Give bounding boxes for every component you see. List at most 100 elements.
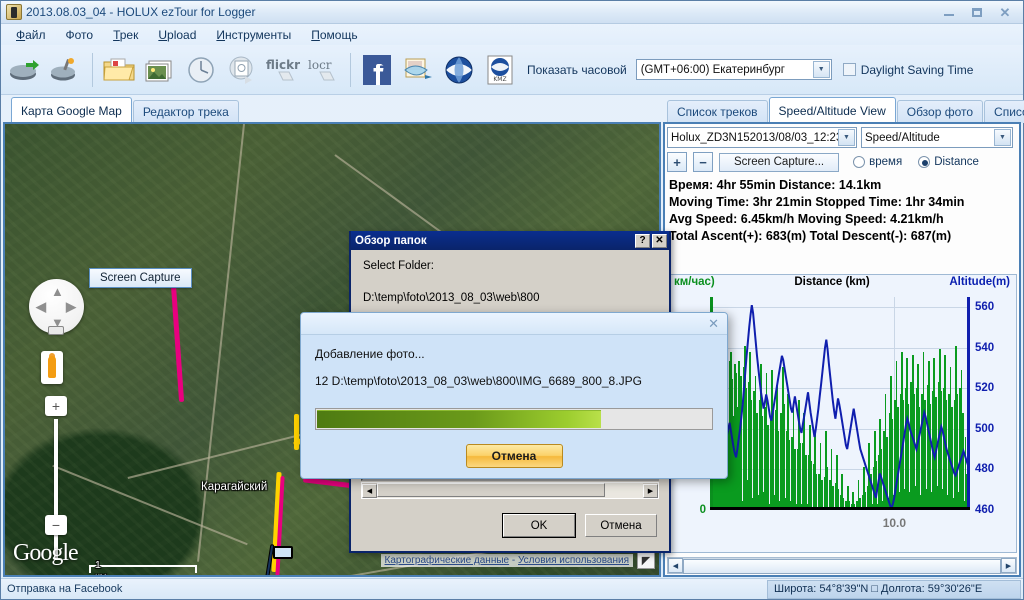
scroll-right-icon[interactable]: ▶ <box>1001 558 1016 573</box>
ok-button[interactable]: OK <box>503 514 575 537</box>
download-from-device-icon[interactable] <box>5 49 45 91</box>
title-bar: 2013.08.03_04 - HOLUX ezTour for Logger … <box>1 1 1023 24</box>
tab-photo-overview[interactable]: Обзор фото <box>896 100 984 123</box>
svg-text:flickr: flickr <box>266 58 300 72</box>
progress-cancel-button[interactable]: Отмена <box>465 444 563 468</box>
toolbar-row: + − Screen Capture... время Distance <box>665 150 1019 174</box>
chevron-down-icon[interactable]: ▼ <box>838 129 855 146</box>
zoom-out-button[interactable]: − <box>45 515 67 535</box>
scrollbar-track[interactable] <box>683 558 1001 574</box>
facebook-upload-icon[interactable] <box>357 49 397 91</box>
export-image-icon[interactable] <box>398 49 438 91</box>
svg-text:locr: locr <box>308 58 332 72</box>
menu-label-tools-rest: нструменты <box>225 27 292 42</box>
radio-time-icon[interactable] <box>853 156 866 168</box>
folder-dialog-buttons: OK Отмена <box>503 514 657 537</box>
chart-x-axis-title: Distance (km) <box>794 276 870 288</box>
stat-line-2: Moving Time: 3hr 21min Stopped Time: 1hr… <box>669 195 965 209</box>
radio-distance-icon[interactable] <box>918 156 931 168</box>
zoom-rail[interactable] <box>54 419 58 559</box>
picasa-upload-icon[interactable] <box>222 49 262 91</box>
chevron-down-icon[interactable]: ▼ <box>812 61 830 78</box>
scroll-right-icon[interactable]: ▶ <box>643 483 658 498</box>
tab-track-list[interactable]: Список треков <box>667 100 768 123</box>
menu-item-help[interactable]: Помощь <box>302 26 366 44</box>
tab-google-map[interactable]: Карта Google Map <box>11 97 132 123</box>
flickr-upload-icon[interactable]: flickr <box>263 49 303 91</box>
scrollbar-thumb[interactable] <box>683 559 1001 574</box>
map-zoom-slider[interactable]: + − <box>45 326 67 559</box>
zoom-thumb[interactable] <box>48 326 64 335</box>
status-coordinates: Широта: 54°8'39"N □ Долгота: 59°30'26"E <box>767 579 1021 599</box>
zoom-out-chart-button[interactable]: − <box>693 152 713 172</box>
device-settings-icon[interactable] <box>46 49 86 91</box>
chart-axis-titles: км/час) Distance (km) Altitude(m) <box>668 275 1016 288</box>
view-select[interactable]: Speed/Altitude ▼ <box>861 127 1013 148</box>
help-icon[interactable]: ? <box>635 233 650 248</box>
minimize-button[interactable] <box>936 3 962 21</box>
menu-item-file[interactable]: Файл <box>7 26 55 44</box>
chart-ytick-right: 500 <box>975 422 995 435</box>
cancel-button[interactable]: Отмена <box>585 514 657 537</box>
zoom-in-button[interactable]: + <box>45 396 67 416</box>
scrollbar-thumb[interactable] <box>377 483 605 497</box>
status-message: Отправка на Facebook <box>7 583 123 595</box>
radio-distance[interactable]: Distance <box>918 156 979 168</box>
google-logo: Google <box>13 540 79 566</box>
tab-track-editor[interactable]: Редактор трека <box>132 100 239 123</box>
pan-right-icon[interactable]: ▶ <box>66 300 76 313</box>
timezone-select[interactable]: (GMT+06:00) Екатеринбург ▼ <box>635 59 832 80</box>
progress-heading: Добавление фото... <box>315 347 425 361</box>
checkbox-icon[interactable] <box>842 63 856 76</box>
chart-bottom-axis <box>710 507 970 510</box>
track-select[interactable]: Holux_ZD3N152013/08/03_12:23 ▼ <box>667 127 857 148</box>
maximize-button[interactable] <box>964 3 990 21</box>
pan-left-icon[interactable]: ◀ <box>36 300 46 313</box>
chart-y-axis-title: км/час) <box>674 276 715 288</box>
map-attribution-data-link[interactable]: Картографические данные <box>385 555 510 566</box>
export-kmz-icon[interactable]: KMZ <box>480 49 520 91</box>
chart-altitude-line <box>710 304 970 510</box>
pan-up-icon[interactable]: ▲ <box>51 285 64 298</box>
photos-icon[interactable] <box>140 49 180 91</box>
close-button[interactable]: ✕ <box>992 3 1018 21</box>
map-attribution-terms-link[interactable]: Условия использования <box>518 555 629 566</box>
chart-horizontal-scrollbar[interactable]: ◀ ▶ <box>667 557 1017 574</box>
map-attribution-separator: - <box>509 555 518 566</box>
tab-speed-altitude-view[interactable]: Speed/Altitude View <box>768 97 896 123</box>
map-expand-icon[interactable]: ◤ <box>637 551 655 569</box>
folder-dialog-title: Обзор папок <box>355 234 427 247</box>
menu-item-track[interactable]: Трек <box>104 26 147 44</box>
scroll-left-icon[interactable]: ◀ <box>362 483 377 498</box>
chart-ytick-right: 560 <box>975 301 995 314</box>
map-screen-capture-button[interactable]: Screen Capture <box>89 268 192 288</box>
radio-time[interactable]: время <box>853 156 902 168</box>
close-icon[interactable]: ✕ <box>708 316 719 332</box>
locr-upload-icon[interactable]: locr <box>304 49 344 91</box>
chevron-down-icon[interactable]: ▼ <box>994 129 1011 146</box>
menu-item-tools[interactable]: Инструменты <box>207 26 300 44</box>
zoom-in-chart-button[interactable]: + <box>667 152 687 172</box>
map-waypoint-flag[interactable] <box>273 546 293 559</box>
menu-item-upload[interactable]: Upload <box>149 26 205 44</box>
window-controls: ✕ <box>936 3 1021 21</box>
left-tabstrip: Карта Google Map Редактор трека <box>3 96 661 123</box>
track-select-value: Holux_ZD3N152013/08/03_12:23 <box>671 131 843 144</box>
scroll-left-icon[interactable]: ◀ <box>668 558 683 573</box>
menu-item-photo[interactable]: Фото <box>57 26 103 44</box>
street-view-pegman-icon[interactable] <box>41 351 63 384</box>
menu-label-file-rest: айл <box>25 27 46 42</box>
chart-screen-capture-button[interactable]: Screen Capture... <box>719 152 840 172</box>
scrollbar-track[interactable] <box>377 483 643 498</box>
radio-distance-label: Distance <box>934 156 979 168</box>
google-earth-icon[interactable] <box>439 49 479 91</box>
chart-ytick-left: 0 <box>699 504 706 516</box>
clock-sync-icon[interactable] <box>181 49 221 91</box>
daylight-saving-checkbox[interactable]: Daylight Saving Time <box>842 63 973 77</box>
open-folder-icon[interactable] <box>99 49 139 91</box>
folder-tree-scrollbar[interactable]: ◀ ▶ <box>361 482 659 499</box>
tab-list-partial[interactable]: Список ч <box>984 100 1024 123</box>
close-icon[interactable]: ✕ <box>652 233 667 248</box>
add-photos-progress-dialog[interactable]: ✕ Добавление фото... 12 D:\temp\foto\201… <box>300 312 728 479</box>
radio-time-label: время <box>869 156 903 168</box>
